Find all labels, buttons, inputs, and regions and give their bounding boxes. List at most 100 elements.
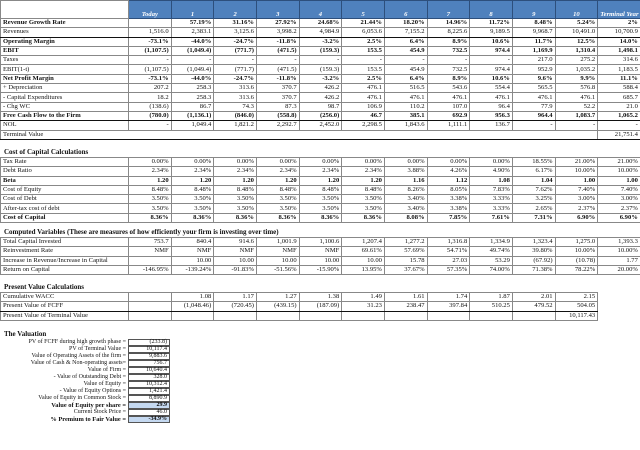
value-cell: 3.50% xyxy=(255,203,300,214)
value-cell: 476.1 xyxy=(383,92,428,103)
value-cell: 9.9% xyxy=(554,73,599,85)
value-cell: 3,125.6 xyxy=(213,27,257,38)
row-label: Cost of Capital xyxy=(0,212,129,224)
value-cell: 1.61 xyxy=(383,291,428,303)
value-cell: (1,048.46) xyxy=(170,301,215,312)
value-cell: 258.3 xyxy=(170,83,215,94)
value-cell: 1,277.2 xyxy=(383,236,428,248)
row-label: Debt Ratio xyxy=(0,166,129,177)
value-cell: 2.15 xyxy=(554,291,599,303)
value-cell: 8.08% xyxy=(383,212,428,224)
value-cell: 3.50% xyxy=(170,203,215,214)
value-cell: 3.50% xyxy=(170,194,215,205)
value-cell: (471.5) xyxy=(255,64,300,75)
value-cell: - xyxy=(128,55,172,66)
value-cell: (138.6) xyxy=(128,101,172,112)
value-cell: 3.50% xyxy=(341,194,385,205)
value-cell: 2,298.5 xyxy=(341,120,385,131)
valuation-title: The Valuation xyxy=(4,330,47,338)
row-label: Revenue Growth Rate xyxy=(0,17,129,29)
value-cell: 565.5 xyxy=(511,83,556,94)
value-cell: 18.55% xyxy=(511,156,556,168)
value-cell: (159.3) xyxy=(298,64,343,75)
value-cell: 3.40% xyxy=(383,194,428,205)
value-cell: - xyxy=(426,55,471,66)
value-cell: -3.2% xyxy=(298,36,343,47)
valuation-label: Current Stock Price = xyxy=(73,409,126,415)
value-cell: 15.78 xyxy=(383,255,428,266)
column-header: 8 xyxy=(469,0,513,19)
column-header: 5 xyxy=(341,0,385,19)
value-cell: 974.4 xyxy=(469,64,513,75)
value-cell: 21.00% xyxy=(554,156,599,168)
table-row: Taxes - - - - - - - - -217.0 275.2 314.6 xyxy=(0,55,640,66)
value-cell: 10.00 xyxy=(298,255,343,266)
value-cell: 57.19% xyxy=(170,17,215,29)
value-cell: 0.00% xyxy=(469,156,513,168)
value-cell: 9.6% xyxy=(511,73,556,85)
value-cell: 10.00 xyxy=(341,255,385,266)
value-cell: 11.72% xyxy=(469,17,513,29)
value-cell: 1.49 xyxy=(341,291,385,303)
value-cell: (187.09) xyxy=(298,301,343,312)
value-cell: 1,183.5 xyxy=(597,64,640,75)
value-cell: 71.38% xyxy=(511,264,556,276)
value-cell: 6,053.6 xyxy=(341,27,385,38)
row-label: - Capital Expenditures xyxy=(0,92,129,103)
value-cell: 1.20 xyxy=(341,175,385,186)
valuation-value: 10,312.4 xyxy=(128,381,170,388)
value-cell: 8.48% xyxy=(298,184,343,196)
row-label: Present Value of FCFF xyxy=(0,301,129,312)
value-cell: 2.37% xyxy=(597,203,640,214)
valuation-value: 328.0 xyxy=(128,374,170,381)
valuation-row: PV of FCFF during high growth phase = (23… xyxy=(0,339,170,346)
row-label: Free Cash Flow to the Firm xyxy=(0,110,129,122)
value-cell: 7,155.2 xyxy=(383,27,428,38)
value-cell: 3.40% xyxy=(383,203,428,214)
value-cell: (67.92) xyxy=(511,255,556,266)
value-cell: 4,984.9 xyxy=(298,27,343,38)
value-cell: (1,049.4) xyxy=(170,64,215,75)
value-cell: 20.00% xyxy=(597,264,640,276)
dcf-projection-table: Today 1 2 3 4 5 6 7 8 9 10 Terminal Year Revenue Gro… xyxy=(0,0,640,140)
value-cell: 397.84 xyxy=(426,301,471,312)
value-cell: 692.9 xyxy=(426,110,471,122)
value-cell: (1,136.1) xyxy=(170,110,215,122)
table-row: EBIT(1-t) (1,107.5) (1,049.4) (771.7) (471.5… xyxy=(0,64,640,75)
table-row: Present Value of FCFF (1,048.46) (720.45)(… xyxy=(0,301,599,312)
value-cell: 1,049.4 xyxy=(170,120,215,131)
value-cell: 1,334.9 xyxy=(469,236,513,248)
value-cell: 3.50% xyxy=(213,194,257,205)
value-cell: 2.34% xyxy=(128,166,172,177)
value-cell: 426.2 xyxy=(298,83,343,94)
value-cell: 1,065.2 xyxy=(597,110,640,122)
value-cell: (10.78) xyxy=(554,255,599,266)
value-cell: 8,225.6 xyxy=(426,27,471,38)
table-row: Operating Margin -73.1% -44.0% -24.7% -11.8%… xyxy=(0,36,640,47)
value-cell: 4.90% xyxy=(469,166,513,177)
value-cell: 8.36% xyxy=(170,212,215,224)
value-cell: 10,700.9 xyxy=(597,27,640,38)
value-cell: 78.22% xyxy=(554,264,599,276)
value-cell: 11.7% xyxy=(511,36,556,47)
table-row: Total Capital Invested 753.7 840.4 914.6 1,0… xyxy=(0,236,640,248)
valuation-row: Value of Firm = 10,640.4 xyxy=(0,367,170,374)
value-cell: 3.33% xyxy=(469,194,513,205)
valuation-value: 29.9 xyxy=(128,402,170,409)
terminal-value-row: Terminal Value 21,751.4 xyxy=(0,129,640,140)
value-cell: (558.8) xyxy=(255,110,300,122)
value-cell: NMF xyxy=(298,246,343,257)
value-cell: 685.7 xyxy=(597,92,640,103)
value-cell: 153.5 xyxy=(341,64,385,75)
table-row: EBIT (1,107.5) (1,049.4) (771.7) (471.5) (159… xyxy=(0,45,640,57)
table-row: Cost of Capital 8.36% 8.36% 8.36% 8.36% 8.36%… xyxy=(0,212,640,224)
table-row: Revenues 1,516.0 2,383.1 3,125.6 3,998.2 4,98… xyxy=(0,27,640,38)
value-cell: 1.08 xyxy=(170,291,215,303)
value-cell: 11.1% xyxy=(597,73,640,85)
value-cell: 1,323.4 xyxy=(511,236,556,248)
value-cell: 2.65% xyxy=(511,203,556,214)
table-row: Cost of Debt 3.50% 3.50% 3.50% 3.50% 3.50% 3.5… xyxy=(0,194,640,205)
value-cell: NMF xyxy=(213,246,257,257)
table-row: Tax Rate 0.00% 0.00% 0.00% 0.00% 0.00% 0.00% 0.… xyxy=(0,156,640,168)
row-label: Tax Rate xyxy=(0,156,129,168)
